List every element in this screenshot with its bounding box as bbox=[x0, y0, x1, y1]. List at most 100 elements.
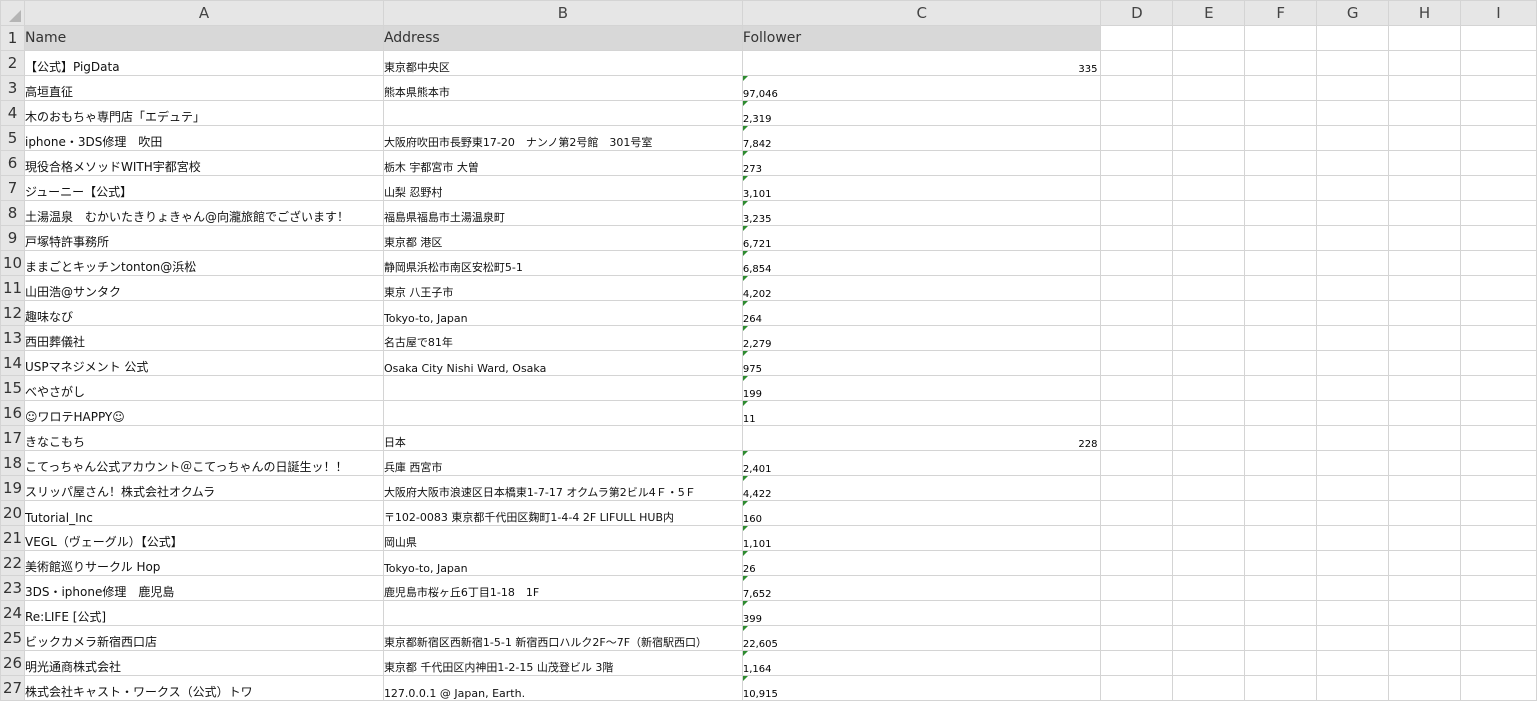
address-cell[interactable]: 東京都新宿区西新宿1-5-1 新宿西口ハルク2F～7F（新宿駅西口） bbox=[382, 625, 743, 651]
follower-cell[interactable]: 4,202 bbox=[741, 275, 1102, 301]
empty-cell[interactable] bbox=[1244, 25, 1318, 51]
follower-cell[interactable]: 7,842 bbox=[741, 125, 1102, 151]
follower-cell[interactable]: 22,605 bbox=[741, 625, 1102, 651]
follower-cell[interactable]: 975 bbox=[741, 350, 1102, 376]
follower-cell[interactable]: 2,279 bbox=[741, 325, 1102, 351]
name-cell[interactable]: 明光通商株式会社 bbox=[23, 650, 384, 676]
column-header-g[interactable]: G bbox=[1316, 0, 1390, 26]
column-header-f[interactable]: F bbox=[1244, 0, 1318, 26]
empty-cell[interactable] bbox=[1244, 250, 1318, 276]
cell-table[interactable]: A B C D E F G H I 1 Name Address Followe… bbox=[0, 0, 1537, 701]
follower-cell[interactable]: 4,422 bbox=[741, 475, 1102, 501]
empty-cell[interactable] bbox=[1388, 100, 1462, 126]
empty-cell[interactable] bbox=[1460, 300, 1537, 326]
empty-cell[interactable] bbox=[1316, 200, 1390, 226]
empty-cell[interactable] bbox=[1460, 375, 1537, 401]
empty-cell[interactable] bbox=[1388, 600, 1462, 626]
empty-cell[interactable] bbox=[1460, 175, 1537, 201]
name-cell[interactable]: iphone・3DS修理 吹田 bbox=[23, 125, 384, 151]
empty-cell[interactable] bbox=[1316, 400, 1390, 426]
name-cell[interactable]: Tutorial_Inc bbox=[23, 500, 384, 526]
empty-cell[interactable] bbox=[1172, 600, 1246, 626]
address-cell[interactable]: Tokyo-to, Japan bbox=[382, 300, 743, 326]
column-header-a[interactable]: A bbox=[23, 0, 384, 26]
follower-cell[interactable]: 26 bbox=[741, 550, 1102, 576]
address-cell[interactable]: 大阪府大阪市浪速区日本橋東1-7-17 オクムラ第2ビル4Ｆ・5Ｆ bbox=[382, 475, 743, 501]
empty-cell[interactable] bbox=[1460, 475, 1537, 501]
empty-cell[interactable] bbox=[1172, 550, 1246, 576]
row-header[interactable]: 10 bbox=[0, 250, 25, 276]
row-header[interactable]: 2 bbox=[0, 50, 25, 76]
empty-cell[interactable] bbox=[1460, 500, 1537, 526]
empty-cell[interactable] bbox=[1316, 650, 1390, 676]
empty-cell[interactable] bbox=[1172, 225, 1246, 251]
empty-cell[interactable] bbox=[1244, 350, 1318, 376]
empty-cell[interactable] bbox=[1244, 675, 1318, 701]
address-cell[interactable]: 東京都 港区 bbox=[382, 225, 743, 251]
follower-cell[interactable]: 3,235 bbox=[741, 200, 1102, 226]
empty-cell[interactable] bbox=[1244, 275, 1318, 301]
row-header[interactable]: 13 bbox=[0, 325, 25, 351]
address-cell[interactable]: 熊本県熊本市 bbox=[382, 75, 743, 101]
name-cell[interactable]: USPマネジメント 公式 bbox=[23, 350, 384, 376]
empty-cell[interactable] bbox=[1172, 525, 1246, 551]
empty-cell[interactable] bbox=[1100, 550, 1174, 576]
empty-cell[interactable] bbox=[1388, 400, 1462, 426]
empty-cell[interactable] bbox=[1316, 225, 1390, 251]
address-cell[interactable]: 静岡県浜松市南区安松町5-1 bbox=[382, 250, 743, 276]
address-cell[interactable]: 大阪府吹田市長野東17-20 ナンノ第2号館 301号室 bbox=[382, 125, 743, 151]
empty-cell[interactable] bbox=[1388, 150, 1462, 176]
empty-cell[interactable] bbox=[1100, 450, 1174, 476]
column-header-h[interactable]: H bbox=[1388, 0, 1462, 26]
row-header[interactable]: 7 bbox=[0, 175, 25, 201]
row-header[interactable]: 3 bbox=[0, 75, 25, 101]
row-header[interactable]: 25 bbox=[0, 625, 25, 651]
empty-cell[interactable] bbox=[1172, 625, 1246, 651]
empty-cell[interactable] bbox=[1388, 25, 1462, 51]
follower-cell[interactable]: 6,721 bbox=[741, 225, 1102, 251]
empty-cell[interactable] bbox=[1316, 425, 1390, 451]
empty-cell[interactable] bbox=[1316, 100, 1390, 126]
empty-cell[interactable] bbox=[1460, 225, 1537, 251]
empty-cell[interactable] bbox=[1316, 150, 1390, 176]
empty-cell[interactable] bbox=[1316, 175, 1390, 201]
name-cell[interactable]: ジューニー【公式】 bbox=[23, 175, 384, 201]
empty-cell[interactable] bbox=[1388, 200, 1462, 226]
column-header-i[interactable]: I bbox=[1460, 0, 1537, 26]
empty-cell[interactable] bbox=[1100, 625, 1174, 651]
empty-cell[interactable] bbox=[1460, 325, 1537, 351]
empty-cell[interactable] bbox=[1172, 575, 1246, 601]
empty-cell[interactable] bbox=[1316, 375, 1390, 401]
empty-cell[interactable] bbox=[1100, 600, 1174, 626]
address-cell[interactable]: 岡山県 bbox=[382, 525, 743, 551]
follower-cell[interactable]: 399 bbox=[741, 600, 1102, 626]
follower-cell[interactable]: 1,101 bbox=[741, 525, 1102, 551]
empty-cell[interactable] bbox=[1316, 125, 1390, 151]
header-cell-address[interactable]: Address bbox=[382, 25, 743, 51]
empty-cell[interactable] bbox=[1172, 650, 1246, 676]
follower-cell[interactable]: 273 bbox=[741, 150, 1102, 176]
empty-cell[interactable] bbox=[1244, 525, 1318, 551]
name-cell[interactable]: 【公式】PigData bbox=[23, 50, 384, 76]
empty-cell[interactable] bbox=[1316, 50, 1390, 76]
empty-cell[interactable] bbox=[1172, 50, 1246, 76]
row-header[interactable]: 24 bbox=[0, 600, 25, 626]
empty-cell[interactable] bbox=[1388, 425, 1462, 451]
follower-cell[interactable]: 199 bbox=[741, 375, 1102, 401]
name-cell[interactable]: 3DS・iphone修理 鹿児島 bbox=[23, 575, 384, 601]
empty-cell[interactable] bbox=[1316, 575, 1390, 601]
empty-cell[interactable] bbox=[1460, 550, 1537, 576]
empty-cell[interactable] bbox=[1100, 425, 1174, 451]
empty-cell[interactable] bbox=[1316, 450, 1390, 476]
empty-cell[interactable] bbox=[1172, 325, 1246, 351]
empty-cell[interactable] bbox=[1244, 300, 1318, 326]
header-cell-follower[interactable]: Follower bbox=[741, 25, 1102, 51]
row-header[interactable]: 8 bbox=[0, 200, 25, 226]
address-cell[interactable] bbox=[382, 400, 743, 426]
empty-cell[interactable] bbox=[1172, 375, 1246, 401]
follower-cell[interactable]: 7,652 bbox=[741, 575, 1102, 601]
empty-cell[interactable] bbox=[1388, 525, 1462, 551]
address-cell[interactable]: Tokyo-to, Japan bbox=[382, 550, 743, 576]
empty-cell[interactable] bbox=[1172, 275, 1246, 301]
empty-cell[interactable] bbox=[1244, 100, 1318, 126]
